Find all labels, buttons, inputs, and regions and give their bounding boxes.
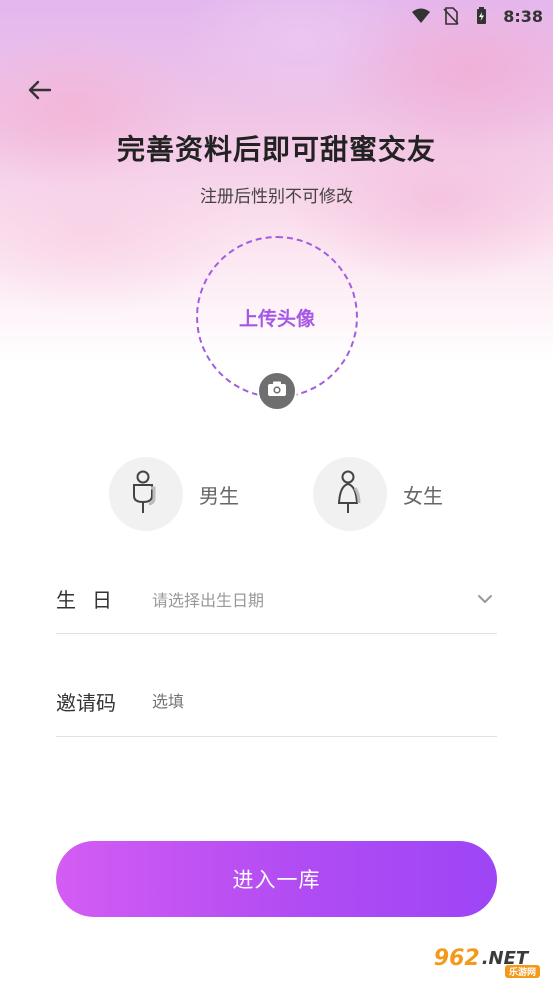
arrow-left-icon	[26, 76, 54, 108]
birthday-label: 生日	[56, 588, 128, 612]
gender-female-circle	[313, 457, 387, 531]
status-bar: 8:38	[0, 0, 553, 32]
page-title: 完善资料后即可甜蜜交友	[116, 133, 436, 166]
male-icon	[129, 469, 163, 519]
back-button[interactable]	[22, 74, 58, 110]
page-subtitle: 注册后性别不可修改	[200, 187, 353, 207]
watermark-sub: 乐游网	[504, 965, 540, 978]
submit-button[interactable]: 进入一库	[56, 841, 497, 917]
camera-button[interactable]	[257, 371, 297, 411]
gender-option-male[interactable]: 男生	[109, 457, 239, 531]
gender-option-female[interactable]: 女生	[313, 457, 443, 531]
birthday-row[interactable]: 生日 请选择出生日期	[56, 564, 497, 634]
invite-label: 邀请码	[56, 691, 116, 715]
gender-female-label: 女生	[403, 483, 443, 508]
gender-male-label: 男生	[199, 483, 239, 508]
invite-code-input[interactable]	[152, 667, 497, 736]
invite-row: 邀请码	[56, 667, 497, 737]
battery-charging-icon	[471, 6, 491, 26]
status-time: 8:38	[503, 6, 543, 26]
female-icon	[333, 469, 367, 519]
wifi-icon	[411, 6, 431, 26]
watermark-logo: 962 .NET 乐游网	[414, 936, 548, 980]
avatar-upload-label: 上传头像	[238, 307, 315, 330]
chevron-down-icon[interactable]	[473, 587, 497, 611]
watermark-brand: 962	[433, 945, 480, 971]
gender-male-circle	[109, 457, 183, 531]
no-sim-icon	[441, 6, 461, 26]
camera-icon	[266, 378, 288, 404]
birthday-picker[interactable]: 请选择出生日期	[152, 564, 473, 633]
